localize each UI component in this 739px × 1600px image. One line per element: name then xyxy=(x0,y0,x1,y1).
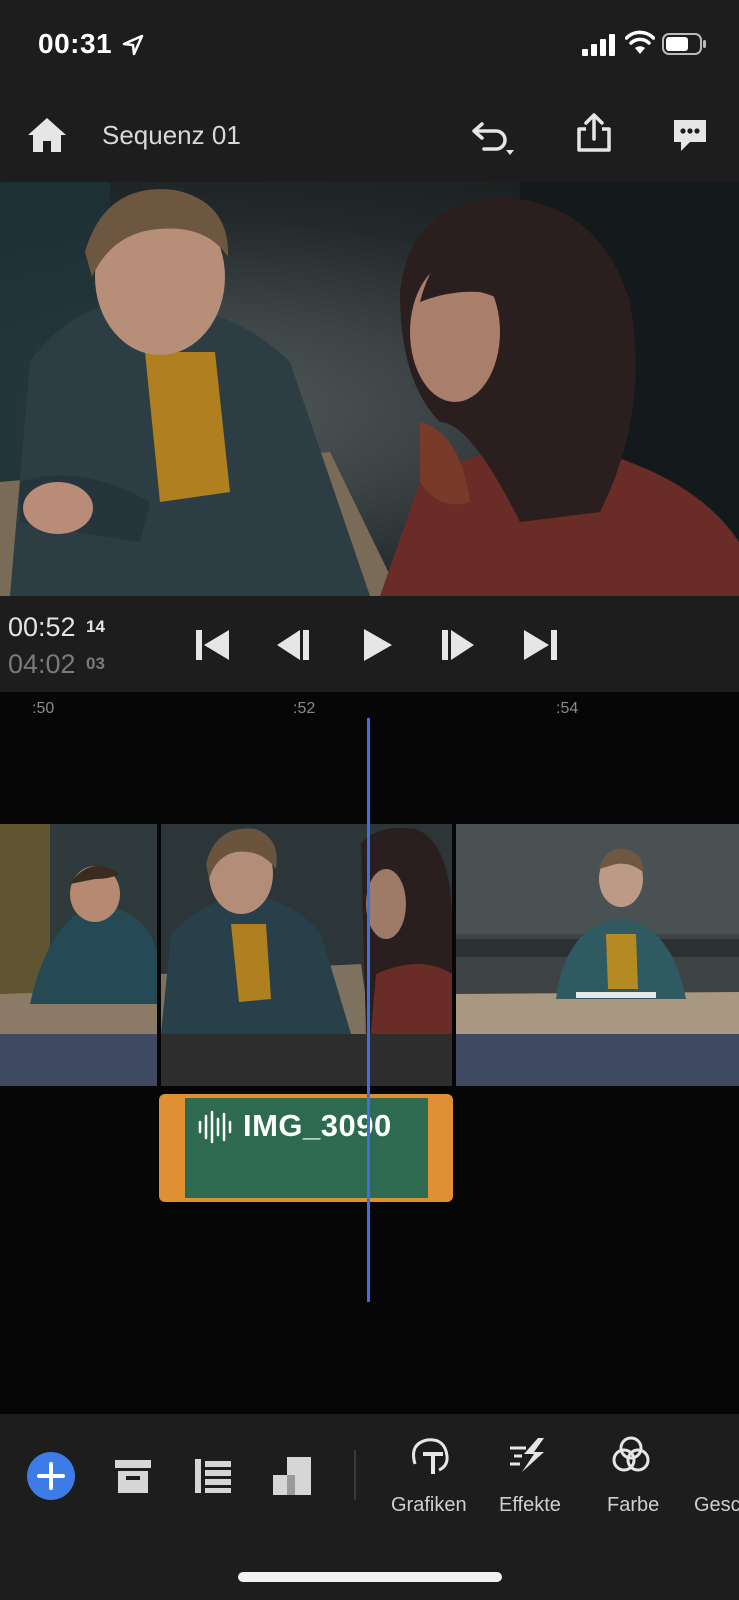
toolbar-divider xyxy=(354,1450,356,1500)
ruler-label: :50 xyxy=(32,700,55,717)
status-time: 00:31 xyxy=(38,28,113,59)
ruler-label: :54 xyxy=(556,700,579,717)
video-track-bar xyxy=(0,1034,157,1086)
location-arrow-icon xyxy=(122,34,144,56)
jump-to-end-icon[interactable] xyxy=(520,625,560,665)
play-icon[interactable] xyxy=(357,625,397,665)
graphics-text-icon[interactable] xyxy=(407,1434,451,1476)
tool-label-grafiken[interactable]: Grafiken xyxy=(391,1494,467,1517)
clip-frame-image xyxy=(456,824,739,1034)
current-timecode: 00:52 xyxy=(8,612,76,642)
total-frame: 03 xyxy=(86,654,105,673)
next-frame-icon[interactable] xyxy=(438,625,478,665)
video-frame-image xyxy=(0,182,739,596)
playhead[interactable] xyxy=(367,718,370,1302)
archive-box-icon[interactable] xyxy=(113,1457,153,1495)
total-duration: 04:02 xyxy=(8,649,76,679)
audio-waveform-icon xyxy=(198,1110,232,1144)
plus-icon xyxy=(37,1462,65,1490)
tool-label-farbe[interactable]: Farbe xyxy=(607,1494,659,1517)
cellular-signal-icon xyxy=(582,34,615,56)
share-icon[interactable] xyxy=(574,112,614,154)
video-preview[interactable] xyxy=(0,182,739,596)
video-track-bar-selected xyxy=(161,1034,452,1086)
wifi-icon xyxy=(625,30,655,54)
current-frame: 14 xyxy=(86,617,105,636)
effects-icon[interactable] xyxy=(508,1434,552,1476)
ruler-label: :52 xyxy=(293,700,316,717)
tool-label-geschwindigkeit[interactable]: Gesc xyxy=(694,1494,739,1517)
video-clip-thumbnail[interactable] xyxy=(0,824,157,1034)
previous-frame-icon[interactable] xyxy=(274,625,314,665)
jump-to-start-icon[interactable] xyxy=(193,625,233,665)
home-indicator xyxy=(238,1572,502,1582)
add-media-button[interactable] xyxy=(27,1452,75,1500)
sequence-title[interactable]: Sequenz 01 xyxy=(102,120,241,151)
color-circles-icon[interactable] xyxy=(610,1434,652,1476)
battery-icon xyxy=(662,33,706,55)
track-layout-icon[interactable] xyxy=(193,1457,233,1495)
clip-frame-image xyxy=(0,824,157,1034)
undo-icon[interactable] xyxy=(470,116,518,158)
video-clip-thumbnail[interactable] xyxy=(456,824,739,1034)
aspect-ratio-icon[interactable] xyxy=(271,1455,313,1497)
feedback-chat-icon[interactable] xyxy=(670,116,710,156)
video-clip-thumbnail[interactable] xyxy=(161,824,452,1034)
clip-frame-image xyxy=(161,824,452,1034)
tool-label-effekte[interactable]: Effekte xyxy=(499,1494,561,1517)
video-track-bar xyxy=(456,1034,739,1086)
home-icon[interactable] xyxy=(26,115,68,155)
